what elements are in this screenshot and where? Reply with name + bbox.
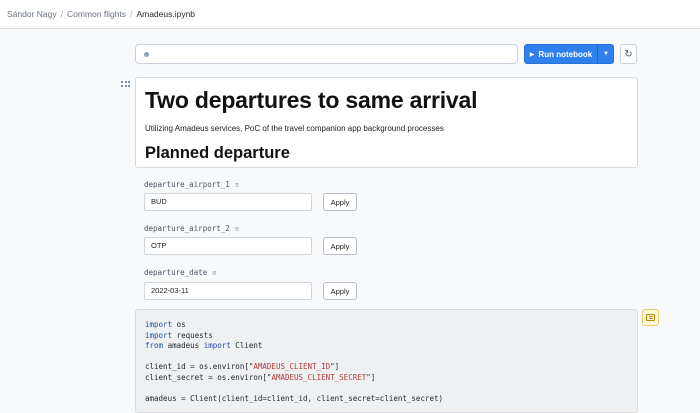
refresh-icon: ↻	[624, 48, 633, 60]
code-cell[interactable]: import os import requests from amadeus imp…	[135, 309, 638, 413]
code-line: ​	[145, 383, 443, 394]
breadcrumb-project[interactable]: Common flights	[67, 9, 126, 19]
comment-button[interactable]	[642, 309, 659, 326]
run-notebook-label: Run notebook	[538, 49, 593, 59]
breadcrumb: Sándor Nagy / Common flights / Amadeus.ipynb	[7, 9, 195, 19]
run-notebook-main[interactable]: ▶ Run notebook	[525, 45, 597, 63]
param-name: departure_airport_2	[144, 224, 230, 233]
code-line: ​	[145, 352, 443, 363]
param-label-departure-airport-1: departure_airport_1 ≡	[144, 180, 239, 189]
text-param-icon: ≡	[234, 181, 240, 189]
notebook-description: Utilizing Amadeus services, PoC of the t…	[145, 124, 444, 133]
markdown-cell[interactable]: Two departures to same arrival Utilizing…	[135, 77, 638, 168]
notebook-title: Two departures to same arrival	[145, 87, 478, 113]
param-label-departure-date: departure_date ≡	[144, 268, 216, 277]
apply-button-departure-date[interactable]: Apply	[323, 282, 357, 300]
breadcrumb-separator: /	[130, 9, 133, 19]
code-line: client_secret = os.environ["AMADEUS_CLIE…	[145, 372, 376, 382]
code-block[interactable]: import os import requests from amadeus imp…	[145, 320, 443, 404]
apply-button-departure-airport-2[interactable]: Apply	[323, 237, 357, 255]
top-bar: Sándor Nagy / Common flights / Amadeus.ipynb	[0, 0, 700, 29]
breadcrumb-user[interactable]: Sándor Nagy	[7, 9, 57, 19]
section-heading: Planned departure	[145, 144, 290, 162]
text-param-icon: ≡	[212, 269, 217, 277]
breadcrumb-notebook: Amadeus.ipynb	[136, 9, 196, 19]
param-label-departure-airport-2: departure_airport_2 ≡	[144, 224, 239, 233]
play-icon: ▶	[529, 51, 535, 58]
param-input-departure-date[interactable]: 2022-03-11	[144, 282, 312, 300]
text-param-icon: ≡	[234, 225, 240, 233]
drag-handle-icon[interactable]	[121, 81, 130, 88]
notebook-status-bar[interactable]	[135, 44, 518, 64]
code-line: import requests	[145, 330, 213, 340]
code-line: amadeus = Client(client_id=client_id, cl…	[145, 393, 444, 403]
param-input-departure-airport-2[interactable]: OTP	[144, 237, 312, 255]
param-name: departure_date	[144, 268, 208, 277]
comment-icon	[646, 314, 655, 321]
code-line: from amadeus import Client	[145, 341, 263, 350]
chevron-down-icon[interactable]: ▼	[598, 45, 614, 63]
param-name: departure_airport_1	[144, 180, 230, 189]
apply-button-departure-airport-1[interactable]: Apply	[323, 193, 357, 211]
run-notebook-button[interactable]: ▶ Run notebook ▼	[524, 44, 614, 64]
status-dot-icon	[144, 51, 149, 57]
breadcrumb-separator: /	[60, 9, 63, 19]
code-line: import os	[145, 320, 186, 329]
code-line: client_id = os.environ["AMADEUS_CLIENT_I…	[145, 362, 340, 371]
param-input-departure-airport-1[interactable]: BUD	[144, 193, 312, 211]
refresh-button[interactable]: ↻	[620, 44, 637, 64]
